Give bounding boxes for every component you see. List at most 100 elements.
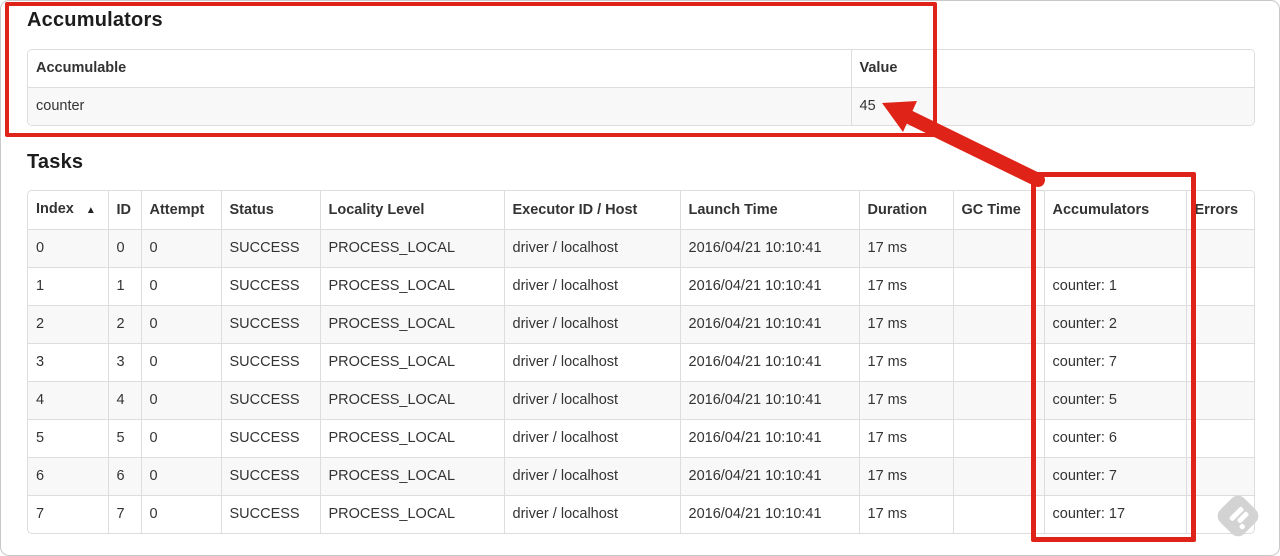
cell: 4 <box>107 381 141 420</box>
cell: SUCCESS <box>220 495 320 533</box>
table-row: 4 4 0 SUCCESS PROCESS_LOCAL driver / localhos… <box>28 381 1254 420</box>
cell: PROCESS_LOCAL <box>319 343 504 382</box>
column-header-id[interactable]: ID <box>107 191 141 230</box>
column-header-label: ID <box>116 201 132 218</box>
header-row: Index ▲ ID Attempt Status Locality Level Execu… <box>28 191 1254 230</box>
column-header-value[interactable]: Value <box>850 50 1254 88</box>
cell: 6 <box>28 457 108 496</box>
cell: PROCESS_LOCAL <box>319 495 504 533</box>
cell: counter: 1 <box>1043 267 1186 306</box>
cell: 17 ms <box>858 343 953 382</box>
cell: 3 <box>28 343 108 382</box>
cell: counter <box>28 87 851 125</box>
table-row: 5 5 0 SUCCESS PROCESS_LOCAL driver / localhos… <box>28 419 1254 458</box>
column-header-label: Locality Level <box>328 201 425 218</box>
cell: 2016/04/21 10:10:41 <box>679 495 859 533</box>
cell: driver / localhost <box>503 229 680 268</box>
column-header-locality-level[interactable]: Locality Level <box>319 191 504 230</box>
cell: 2016/04/21 10:10:41 <box>679 229 859 268</box>
cell: 0 <box>140 343 221 382</box>
cell: 3 <box>107 343 141 382</box>
column-header-duration[interactable]: Duration <box>858 191 953 230</box>
cell: 0 <box>140 419 221 458</box>
cell: 4 <box>28 381 108 420</box>
cell: 5 <box>28 419 108 458</box>
cell: 2016/04/21 10:10:41 <box>679 457 859 496</box>
cell <box>952 305 1044 344</box>
column-header-attempt[interactable]: Attempt <box>140 191 221 230</box>
cell: 7 <box>107 495 141 533</box>
cell <box>1185 419 1254 458</box>
cell <box>1185 457 1254 496</box>
column-header-index[interactable]: Index ▲ <box>28 191 108 230</box>
cell <box>952 457 1044 496</box>
cell <box>1043 229 1186 268</box>
cell: 0 <box>140 457 221 496</box>
cell: 17 ms <box>858 495 953 533</box>
cell: 5 <box>107 419 141 458</box>
cell: 2016/04/21 10:10:41 <box>679 381 859 420</box>
column-header-label: Index <box>36 201 74 217</box>
column-header-label: GC Time <box>961 201 1021 218</box>
column-header-errors[interactable]: Errors <box>1185 191 1254 230</box>
table-row: 6 6 0 SUCCESS PROCESS_LOCAL driver / localhos… <box>28 457 1254 496</box>
cell: 0 <box>140 229 221 268</box>
cell: 2016/04/21 10:10:41 <box>679 305 859 344</box>
cell: 45 <box>850 87 1254 125</box>
cell: 0 <box>140 305 221 344</box>
tasks-section-title: Tasks <box>27 151 84 173</box>
column-header-launch-time[interactable]: Launch Time <box>679 191 859 230</box>
cell: driver / localhost <box>503 267 680 306</box>
column-header-label: Accumulators <box>1052 201 1150 218</box>
cell: 1 <box>28 267 108 306</box>
cell: PROCESS_LOCAL <box>319 267 504 306</box>
cell: counter: 5 <box>1043 381 1186 420</box>
cell <box>952 495 1044 533</box>
table-row: 3 3 0 SUCCESS PROCESS_LOCAL driver / localhos… <box>28 343 1254 382</box>
cell: counter: 7 <box>1043 457 1186 496</box>
cell: 1 <box>107 267 141 306</box>
cell: 0 <box>140 267 221 306</box>
cell <box>952 381 1044 420</box>
cell: driver / localhost <box>503 343 680 382</box>
cell <box>1185 267 1254 306</box>
column-header-label: Value <box>859 60 898 76</box>
cell: SUCCESS <box>220 457 320 496</box>
cell: 7 <box>28 495 108 533</box>
cell: 0 <box>140 381 221 420</box>
cell: 2 <box>107 305 141 344</box>
cell <box>1185 305 1254 344</box>
cell <box>952 229 1044 268</box>
accumulators-section-title: Accumulators <box>27 9 163 31</box>
cell: counter: 17 <box>1043 495 1186 533</box>
column-header-accumulable[interactable]: Accumulable <box>28 50 851 88</box>
cell: 17 ms <box>858 457 953 496</box>
cell: 17 ms <box>858 419 953 458</box>
cell: PROCESS_LOCAL <box>319 419 504 458</box>
cell <box>952 343 1044 382</box>
cell: SUCCESS <box>220 305 320 344</box>
cell: driver / localhost <box>503 457 680 496</box>
column-header-status[interactable]: Status <box>220 191 320 230</box>
tasks-table-container: Index ▲ ID Attempt Status Locality Level Execu… <box>27 190 1255 534</box>
cell: SUCCESS <box>220 343 320 382</box>
cell: PROCESS_LOCAL <box>319 305 504 344</box>
column-header-gc-time[interactable]: GC Time <box>952 191 1044 230</box>
cell <box>1185 495 1254 533</box>
sort-ascending-icon: ▲ <box>85 205 96 216</box>
cell: 6 <box>107 457 141 496</box>
table-row: 2 2 0 SUCCESS PROCESS_LOCAL driver / localhos… <box>28 305 1254 344</box>
cell: 17 ms <box>858 229 953 268</box>
cell: 17 ms <box>858 381 953 420</box>
table-row: counter 45 <box>28 87 1254 125</box>
column-header-label: Duration <box>867 201 928 218</box>
tasks-table: Index ▲ ID Attempt Status Locality Level Execu… <box>28 191 1254 533</box>
cell <box>952 267 1044 306</box>
cell: driver / localhost <box>503 305 680 344</box>
column-header-executor-id-host[interactable]: Executor ID / Host <box>503 191 680 230</box>
table-row: 0 0 0 SUCCESS PROCESS_LOCAL driver / localhos… <box>28 229 1254 268</box>
table-row: 1 1 0 SUCCESS PROCESS_LOCAL driver / localhos… <box>28 267 1254 306</box>
cell: 2016/04/21 10:10:41 <box>679 343 859 382</box>
cell <box>952 419 1044 458</box>
column-header-accumulators[interactable]: Accumulators <box>1043 191 1186 230</box>
